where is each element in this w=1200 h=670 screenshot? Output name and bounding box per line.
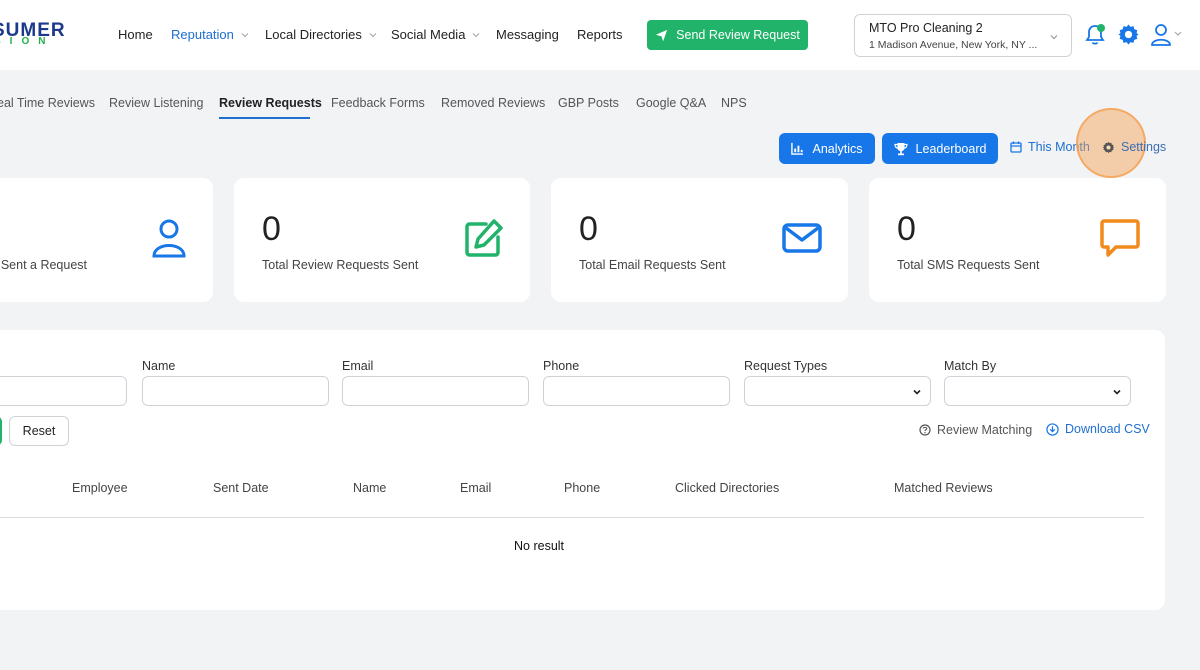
nav-social-media[interactable]: Social Media [391, 27, 481, 42]
leaderboard-button[interactable]: Leaderboard [882, 133, 998, 164]
tab-google-qa[interactable]: Google Q&A [636, 96, 706, 110]
stat-value: 0 [897, 210, 916, 248]
stat-value: 0 [579, 210, 598, 248]
nav-reports-label: Reports [577, 27, 623, 42]
review-matching-label: Review Matching [937, 423, 1033, 437]
tab-real-time-reviews[interactable]: eal Time Reviews [0, 96, 95, 110]
nav-social-media-label: Social Media [391, 27, 466, 42]
location-selector[interactable]: MTO Pro Cleaning 2 1 Madison Avenue, New… [854, 14, 1072, 57]
request-types-filter-label: Request Types [744, 359, 828, 373]
location-address: 1 Madison Avenue, New York, NY ... [869, 39, 1038, 51]
logo-text-bottom: SION [0, 36, 55, 47]
tab-review-listening[interactable]: Review Listening [109, 96, 204, 110]
stat-label: Total SMS Requests Sent [897, 258, 1040, 272]
chevron-down-icon [473, 32, 480, 37]
reset-label: Reset [22, 424, 56, 438]
edit-icon [465, 219, 503, 257]
nav-home[interactable]: Home [118, 27, 153, 42]
location-name: MTO Pro Cleaning 2 [869, 21, 983, 35]
download-icon [1046, 422, 1059, 436]
match-by-select[interactable] [944, 376, 1131, 406]
brand-logo[interactable]: SUMER SION [0, 22, 82, 48]
analytics-label: Analytics [812, 141, 863, 156]
user-menu[interactable] [1150, 22, 1186, 53]
email-filter-input[interactable] [342, 376, 529, 406]
name-filter-label: Name [142, 359, 176, 373]
column-header-phone[interactable]: Phone [564, 481, 600, 495]
nav-local-directories[interactable]: Local Directories [265, 27, 378, 42]
help-circle-icon [919, 424, 931, 436]
chevron-down-icon [241, 32, 249, 37]
nav-messaging-label: Messaging [496, 27, 559, 42]
stat-card-sms-requests: 0 Total SMS Requests Sent [869, 178, 1166, 302]
email-filter-label: Email [342, 359, 374, 373]
chevron-down-icon [1050, 35, 1058, 40]
stat-card-customers: ers Sent a Request [0, 178, 213, 302]
analytics-button[interactable]: Analytics [779, 133, 875, 164]
review-matching-link[interactable]: Review Matching [919, 423, 1032, 437]
download-csv-label: Download CSV [1065, 422, 1150, 436]
search-button-partial[interactable] [0, 416, 2, 446]
reset-button[interactable]: Reset [9, 416, 69, 446]
settings-label: Settings [1121, 140, 1167, 154]
gear-icon[interactable] [1117, 23, 1140, 51]
stat-card-review-requests: 0 Total Review Requests Sent [234, 178, 530, 302]
send-review-request-button[interactable]: Send Review Request [647, 20, 808, 50]
stat-card-email-requests: 0 Total Email Requests Sent [551, 178, 848, 302]
stat-value: 0 [262, 210, 281, 248]
request-types-select[interactable] [744, 376, 931, 406]
column-header-employee[interactable]: Employee [72, 481, 128, 495]
nav-reputation-label: Reputation [171, 27, 234, 42]
settings-link[interactable]: Settings [1102, 140, 1166, 154]
chevron-down-icon [913, 389, 921, 395]
stat-label: Total Email Requests Sent [579, 258, 726, 272]
chevron-down-icon [1113, 389, 1121, 395]
column-header-clicked-directories[interactable]: Clicked Directories [675, 481, 779, 495]
tab-nps[interactable]: NPS [721, 96, 747, 110]
leaderboard-label: Leaderboard [915, 141, 987, 156]
bell-icon[interactable] [1084, 23, 1106, 52]
download-csv-link[interactable]: Download CSV [1046, 422, 1150, 436]
send-icon [655, 29, 668, 41]
match-by-filter-label: Match By [944, 359, 997, 373]
tab-removed-reviews[interactable]: Removed Reviews [441, 96, 545, 110]
user-icon [152, 219, 186, 258]
tab-feedback-forms[interactable]: Feedback Forms [331, 96, 425, 110]
nav-messaging[interactable]: Messaging [496, 27, 559, 42]
send-review-request-label: Send Review Request [676, 28, 800, 42]
table-empty-message: No result [514, 539, 565, 553]
calendar-icon [1010, 141, 1022, 153]
nav-reputation[interactable]: Reputation [171, 27, 250, 42]
top-navbar: SUMER SION Home Reputation Local Directo… [0, 0, 1200, 70]
chevron-down-icon [369, 32, 377, 37]
tab-gbp-posts[interactable]: GBP Posts [558, 96, 619, 110]
nav-home-label: Home [118, 27, 153, 42]
nav-local-directories-label: Local Directories [265, 27, 362, 42]
phone-filter-input[interactable] [543, 376, 730, 406]
column-header-name[interactable]: Name [353, 481, 386, 495]
chat-icon [1100, 219, 1140, 257]
trophy-icon [893, 142, 908, 155]
stat-label: ers Sent a Request [0, 258, 88, 272]
name-filter-input[interactable] [142, 376, 329, 406]
tab-review-requests[interactable]: Review Requests [219, 96, 322, 110]
phone-filter-label: Phone [543, 359, 580, 373]
mail-icon [782, 223, 822, 253]
user-icon [1151, 24, 1182, 46]
table-header-divider [0, 517, 1144, 518]
stat-label: Total Review Requests Sent [262, 258, 419, 272]
column-header-sent-date[interactable]: Sent Date [213, 481, 269, 495]
filter-input-partial[interactable] [0, 376, 127, 406]
column-header-email[interactable]: Email [460, 481, 491, 495]
bar-chart-icon [791, 142, 804, 155]
active-tab-underline [219, 117, 310, 119]
column-header-matched-reviews[interactable]: Matched Reviews [894, 481, 993, 495]
gear-icon [1102, 141, 1115, 153]
nav-reports[interactable]: Reports [577, 27, 623, 42]
